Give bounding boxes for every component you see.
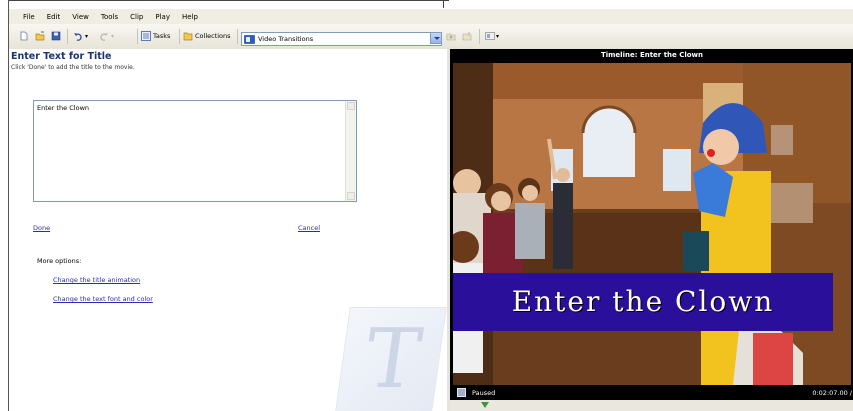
folder-up-icon [446,33,456,41]
menu-play[interactable]: Play [155,13,170,21]
seek-slider-icon[interactable] [480,401,490,409]
textbox-scrollbar[interactable] [345,101,356,201]
menu-view[interactable]: View [72,13,89,21]
redo-dropdown-arrow-icon[interactable]: ▾ [111,33,114,40]
dropdown-arrow-icon[interactable] [430,32,442,44]
video-preview: Enter the Clown [453,63,851,385]
tasks-label: Tasks [153,32,171,40]
open-folder-icon [35,31,45,41]
tasks-icon [141,31,151,41]
menu-tools[interactable]: Tools [101,13,118,21]
toolbar-separator [237,29,238,44]
more-options-label: More options: [37,257,82,265]
window-edge [443,0,444,8]
menu-edit[interactable]: Edit [47,13,61,21]
save-icon [51,31,61,41]
new-folder-icon [462,32,472,41]
preview-monitor: Timeline: Enter the Clown Enter the Clow… [450,49,853,411]
collections-button[interactable]: Collections [183,29,231,43]
views-icon [485,32,495,40]
tasks-button[interactable]: Tasks [141,29,170,43]
undo-button[interactable]: ▾ [73,29,88,43]
title-watermark-icon: T [334,307,447,411]
undo-icon [74,33,82,41]
movie-maker-window: File Edit View Tools Clip Play Help ▾ ▾ … [8,0,853,411]
scroll-up-icon[interactable] [347,102,355,110]
scroll-down-icon[interactable] [347,192,355,200]
redo-icon [100,33,108,41]
collections-label: Collections [195,32,231,40]
menu-help[interactable]: Help [182,13,198,21]
task-instruction: Click 'Done' to add the title to the mov… [11,64,135,71]
change-title-animation-link[interactable]: Change the title animation [53,276,140,284]
playback-time: 0:02:07.00 / [812,389,852,397]
change-font-color-link[interactable]: Change the text font and color [53,295,153,303]
toolbar-separator [67,29,68,44]
save-project-button[interactable] [51,29,61,43]
menu-bar: File Edit View Tools Clip Play Help [9,9,853,24]
monitor-status-icon [457,388,466,397]
title-text-value: Enter the Clown [37,104,90,112]
undo-dropdown-arrow-icon[interactable]: ▾ [85,33,88,40]
collections-dropdown-value: Video Transitions [258,35,314,43]
new-collection-button[interactable] [462,29,472,43]
title-overlay-text: Enter the Clown [511,285,775,318]
task-pane: Enter Text for Title Click 'Done' to add… [9,49,447,411]
playback-status: Paused [472,389,496,397]
menu-clip[interactable]: Clip [130,13,143,21]
collections-dropdown[interactable]: Video Transitions [241,32,442,46]
redo-button[interactable]: ▾ [99,29,114,43]
toolbar-separator [479,29,480,44]
collections-folder-icon [183,32,193,41]
views-dropdown-arrow-icon[interactable]: ▾ [496,33,499,40]
monitor-title: Timeline: Enter the Clown [600,51,704,59]
menu-file[interactable]: File [23,13,35,21]
up-one-level-button[interactable] [446,29,456,43]
done-link[interactable]: Done [33,224,50,232]
toolbar-separator [137,29,138,44]
transition-collection-icon [244,34,255,44]
playback-controls [450,400,853,411]
new-file-icon [20,31,28,41]
monitor-status-bar: Paused 0:02:07.00 / [450,386,853,400]
title-overlay: Enter the Clown [453,273,833,331]
open-project-button[interactable] [35,29,45,43]
new-project-button[interactable] [19,29,29,43]
task-title: Enter Text for Title [11,51,112,62]
cancel-link[interactable]: Cancel [298,224,320,232]
video-frame [453,63,851,385]
title-text-input[interactable]: Enter the Clown [33,100,357,202]
toolbar-separator [179,29,180,44]
views-button[interactable]: ▾ [485,29,499,43]
window-edge [9,0,449,1]
